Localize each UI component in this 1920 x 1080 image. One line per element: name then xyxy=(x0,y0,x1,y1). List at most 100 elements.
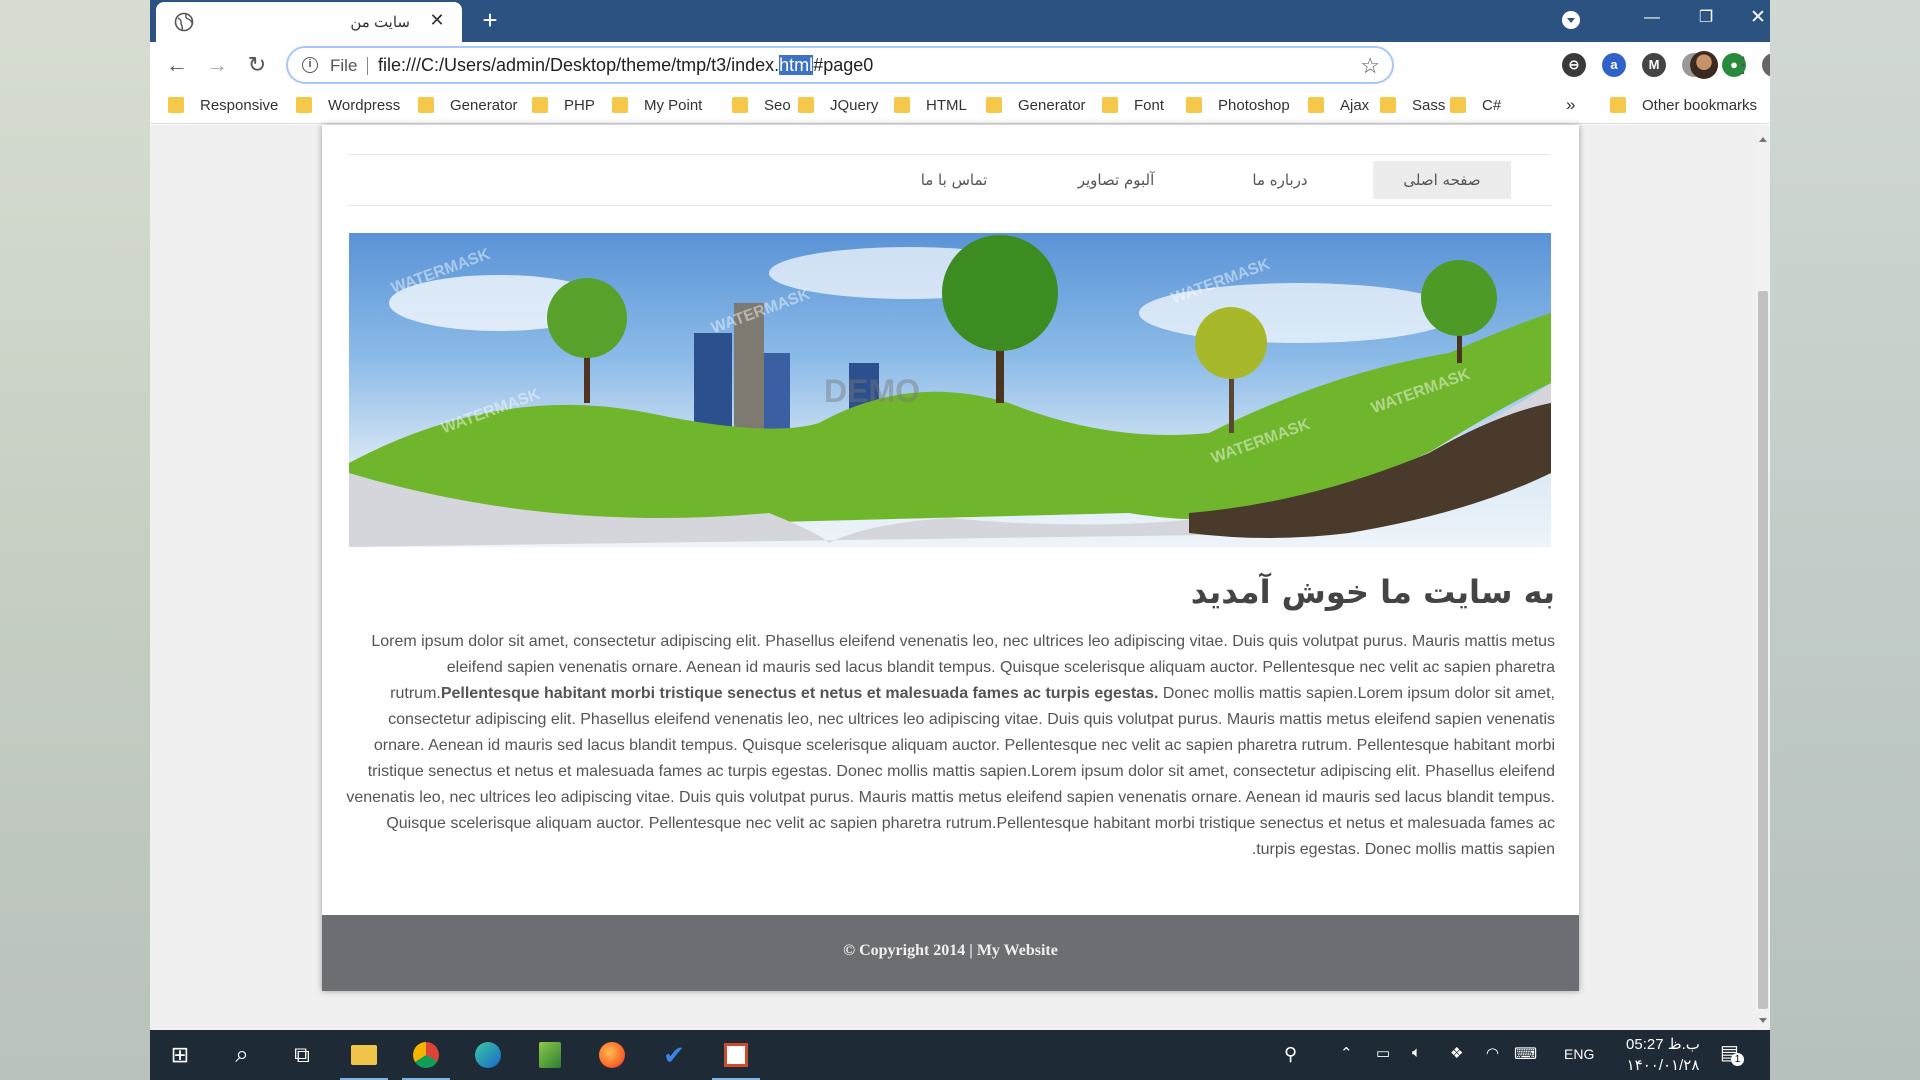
bookmark-item[interactable]: Wordpress xyxy=(296,95,400,117)
info-icon[interactable]: i xyxy=(302,57,318,73)
bookmark-label: Font xyxy=(1134,97,1165,114)
battery-icon[interactable]: ▭ xyxy=(1376,1044,1390,1062)
forward-button[interactable]: → xyxy=(202,50,232,80)
notifications-icon[interactable]: ▤ 1 xyxy=(1720,1040,1744,1066)
chrome-icon[interactable] xyxy=(402,1039,450,1080)
page-heading: به سایت ما خوش آمدید xyxy=(1190,573,1555,611)
other-bookmarks[interactable]: Other bookmarks xyxy=(1610,95,1757,117)
language-indicator[interactable]: ENG xyxy=(1564,1046,1594,1062)
vertical-scrollbar[interactable] xyxy=(1756,125,1770,1030)
bookmark-label: Generator xyxy=(1018,97,1086,114)
todo-check-icon[interactable]: ✔ xyxy=(658,1039,690,1071)
bookmark-label: Ajax xyxy=(1340,97,1370,114)
bookmark-label: HTML xyxy=(926,97,967,114)
file-explorer-icon[interactable] xyxy=(340,1039,388,1080)
url-text[interactable]: file:///C:/Users/admin/Desktop/theme/tmp… xyxy=(378,55,873,76)
bookmark-item[interactable]: Seo xyxy=(732,95,791,117)
active-tab[interactable]: سایت من ✕ xyxy=(156,2,462,42)
bookmark-label: Generator xyxy=(450,97,518,114)
profile-avatar[interactable] xyxy=(1690,51,1718,79)
bookmarks-bar: Responsive Wordpress Generator PHP My Point S… xyxy=(150,88,1770,124)
folder-icon xyxy=(418,97,434,113)
paragraph-text-2: Donec mollis mattis sapien.Lorem ipsum d… xyxy=(346,685,1555,858)
bookmark-item[interactable]: Ajax xyxy=(1308,95,1369,117)
wifi-icon[interactable]: ◠ xyxy=(1486,1044,1499,1062)
ext-2-icon[interactable]: a xyxy=(1602,53,1626,77)
bookmark-item[interactable]: Generator xyxy=(986,95,1086,117)
dropbox-icon[interactable]: ❖ xyxy=(1450,1044,1463,1062)
reload-button[interactable]: ↻ xyxy=(242,50,272,80)
bookmark-label: C# xyxy=(1482,97,1502,114)
close-window-button[interactable]: ✕ xyxy=(1730,0,1770,36)
restore-button[interactable]: ❐ xyxy=(1678,0,1734,36)
url-selection: html xyxy=(779,55,814,75)
site-container: صفحه اصلی درباره ما آلبوم تصاویر تماس با… xyxy=(322,125,1579,991)
bookmark-label: Sass xyxy=(1412,97,1446,114)
title-bar: سایت من ✕ + — ❐ ✕ xyxy=(150,0,1770,42)
menu-item-home[interactable]: صفحه اصلی xyxy=(1373,161,1511,199)
banner-demo-mark: DEMO xyxy=(824,373,920,409)
bookmark-label: Seo xyxy=(764,97,791,114)
people-icon[interactable]: ⚲ xyxy=(1284,1044,1297,1065)
tab-search-icon[interactable] xyxy=(1562,11,1580,29)
menu-item-contact[interactable]: تماس با ما xyxy=(885,161,1023,199)
desktop-background-left xyxy=(0,0,150,1080)
browser-toolbar: ← → ↻ i File file:///C:/Users/admin/Desk… xyxy=(150,42,1770,88)
keyboard-icon[interactable]: ⌨ xyxy=(1514,1044,1537,1064)
folder-icon xyxy=(612,97,628,113)
bookmark-item[interactable]: PHP xyxy=(532,95,595,117)
other-bookmarks-label: Other bookmarks xyxy=(1642,97,1758,114)
gmail-m-icon[interactable]: M xyxy=(1642,53,1666,77)
folder-icon xyxy=(1450,97,1466,113)
copyright-text: © Copyright 2014 | My Website xyxy=(843,942,1058,959)
url-prefix: file:///C:/Users/admin/Desktop/theme/tmp… xyxy=(378,55,780,75)
folder-icon xyxy=(532,97,548,113)
search-icon[interactable]: ⌕ xyxy=(226,1039,258,1071)
scroll-up-icon[interactable] xyxy=(1759,137,1767,142)
folder-icon xyxy=(1610,97,1626,113)
folder-icon xyxy=(1102,97,1118,113)
tray-chevron-icon[interactable]: ⌃ xyxy=(1340,1044,1353,1062)
office-app-icon[interactable] xyxy=(712,1039,760,1080)
bookmark-item[interactable]: Responsive xyxy=(168,95,278,117)
folder-icon xyxy=(1380,97,1396,113)
bookmark-item[interactable]: Photoshop xyxy=(1186,95,1290,117)
scrollbar-thumb[interactable] xyxy=(1758,291,1768,1009)
notification-count: 1 xyxy=(1731,1053,1744,1066)
folder-icon xyxy=(894,97,910,113)
folder-icon xyxy=(986,97,1002,113)
back-button[interactable]: ← xyxy=(162,50,192,80)
ext-1-icon[interactable]: ⊖ xyxy=(1562,53,1586,77)
new-tab-button[interactable]: + xyxy=(476,6,504,34)
tab-close-icon[interactable]: ✕ xyxy=(426,10,448,31)
volume-icon[interactable]: 🔈︎ xyxy=(1412,1044,1421,1061)
bookmark-item[interactable]: JQuery xyxy=(798,95,878,117)
address-bar[interactable]: i File file:///C:/Users/admin/Desktop/th… xyxy=(286,46,1394,84)
desktop-background-right xyxy=(1770,0,1920,1080)
folder-icon xyxy=(1308,97,1324,113)
browser-menu-icon[interactable]: ⋮ xyxy=(1728,50,1758,80)
bookmark-item[interactable]: Font xyxy=(1102,95,1164,117)
scheme-label: File xyxy=(330,56,358,75)
minimize-button[interactable]: — xyxy=(1624,0,1680,36)
bookmark-item[interactable]: My Point xyxy=(612,95,702,117)
bookmarks-overflow-icon[interactable]: » xyxy=(1566,95,1575,115)
menu-item-gallery[interactable]: آلبوم تصاویر xyxy=(1047,161,1185,199)
firefox-icon[interactable] xyxy=(596,1039,628,1071)
bookmark-item[interactable]: Sass xyxy=(1380,95,1445,117)
start-button[interactable]: ⊞ xyxy=(164,1039,196,1071)
edge-icon[interactable] xyxy=(472,1039,504,1071)
scroll-down-icon[interactable] xyxy=(1759,1018,1767,1023)
browser-window: سایت من ✕ + — ❐ ✕ ← → ↻ i File file:///C… xyxy=(150,0,1770,1030)
bookmark-label: Photoshop xyxy=(1218,97,1290,114)
task-view-icon[interactable]: ⧉ xyxy=(286,1039,318,1071)
bookmark-star-icon[interactable]: ☆ xyxy=(1360,53,1380,79)
folder-icon xyxy=(732,97,748,113)
menu-item-about[interactable]: درباره ما xyxy=(1211,161,1349,199)
bookmark-item[interactable]: C# xyxy=(1450,95,1501,117)
bookmark-item[interactable]: HTML xyxy=(894,95,967,117)
clock[interactable]: 05:27 ب.ظ ۱۴۰۰/۰۱/۲۸ xyxy=(1618,1034,1708,1076)
bookmark-item[interactable]: Generator xyxy=(418,95,518,117)
sheet-app-icon[interactable] xyxy=(534,1039,566,1071)
bookmark-label: Wordpress xyxy=(328,97,401,114)
